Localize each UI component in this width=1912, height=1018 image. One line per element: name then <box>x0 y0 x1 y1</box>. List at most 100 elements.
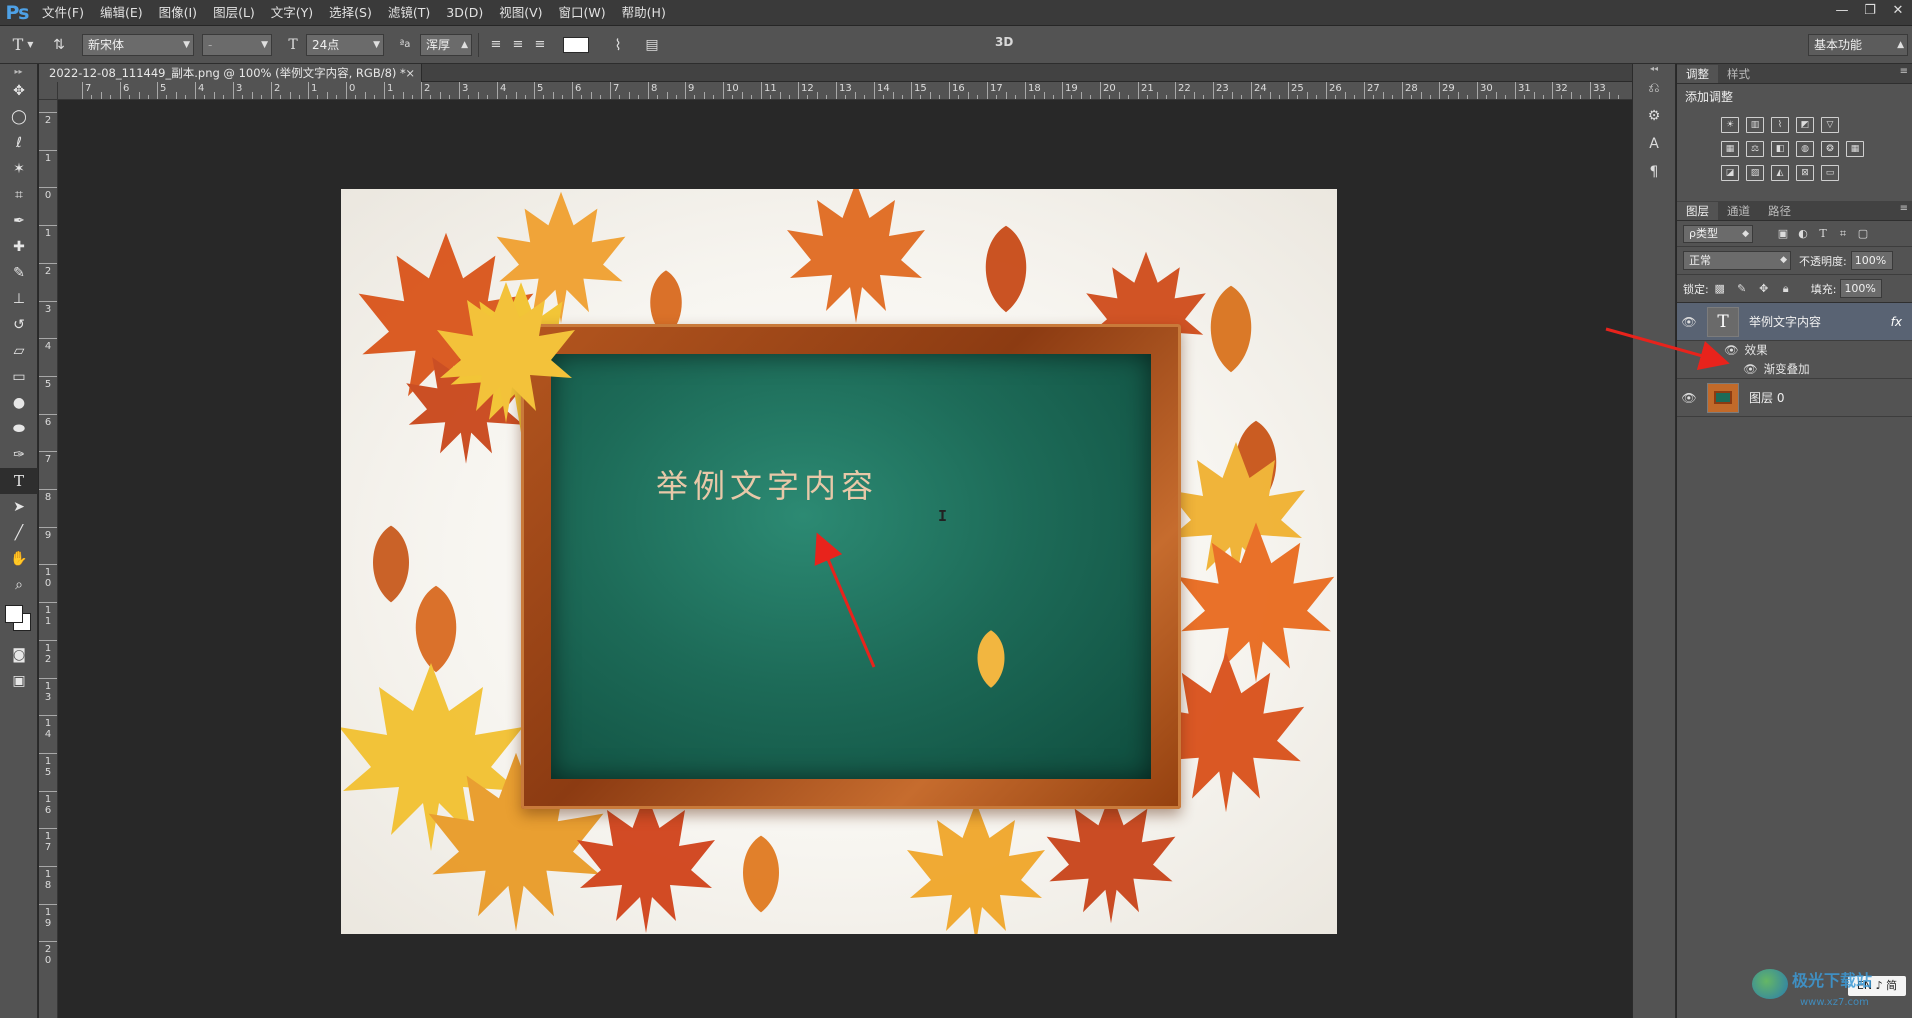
warp-text-icon[interactable]: ⌇ <box>603 30 633 60</box>
opacity-input[interactable]: 100% <box>1850 251 1893 270</box>
type-tool-preset-icon[interactable]: T ▼ <box>0 30 46 60</box>
menu-edit[interactable]: 编辑(E) <box>92 0 151 26</box>
black-white-icon[interactable]: ◧ <box>1771 141 1789 157</box>
layers-panel-menu-icon[interactable]: ≡ <box>1900 203 1908 214</box>
invert-icon[interactable]: ◪ <box>1721 165 1739 181</box>
minimize-button[interactable]: — <box>1828 0 1856 20</box>
move-tool-icon[interactable]: ✥ <box>0 78 38 104</box>
layer-filter-select[interactable]: ρ类型 ◆ <box>1683 224 1753 243</box>
board-text-layer[interactable]: 举例文字内容 <box>656 461 878 507</box>
filter-pixel-icon[interactable]: ▣ <box>1773 227 1793 240</box>
brush-tool-icon[interactable]: ✎ <box>0 260 38 286</box>
collapse-toolbox-icon[interactable]: ▸▸ <box>0 64 37 78</box>
document-tab[interactable]: 2022-12-08_111449_副本.png @ 100% (举例文字内容,… <box>39 64 422 82</box>
fx-badge[interactable]: fx <box>1891 315 1902 329</box>
lasso-tool-icon[interactable]: ℓ <box>0 130 38 156</box>
channel-mixer-icon[interactable]: ❂ <box>1821 141 1839 157</box>
paragraph-panel-icon[interactable]: ¶ <box>1633 158 1675 186</box>
clone-stamp-tool-icon[interactable]: ⊥ <box>0 286 38 312</box>
blend-mode-select[interactable]: 正常 ◆ <box>1683 251 1791 270</box>
close-window-button[interactable]: ✕ <box>1884 0 1912 20</box>
menu-image[interactable]: 图像(I) <box>151 0 205 26</box>
screen-mode-icon[interactable]: ▣ <box>0 668 38 694</box>
canvas-area[interactable]: 举例文字内容 I <box>58 100 1632 1018</box>
tab-channels[interactable]: 通道 <box>1718 202 1759 220</box>
vertical-ruler[interactable]: 2101234567891011121314151617181920 <box>39 100 58 1018</box>
dodge-tool-icon[interactable]: ⬬ <box>0 416 38 442</box>
marquee-tool-icon[interactable]: ◯ <box>0 104 38 130</box>
tab-paths[interactable]: 路径 <box>1759 202 1800 220</box>
zoom-tool-icon[interactable]: ⌕ <box>0 572 38 598</box>
effects-visibility-eye-icon[interactable]: 👁︎ <box>1724 343 1739 357</box>
levels-icon[interactable]: ▥ <box>1746 117 1764 133</box>
color-lookup-icon[interactable]: ▦ <box>1846 141 1864 157</box>
hand-tool-icon[interactable]: ✋ <box>0 546 38 572</box>
history-panel-icon[interactable]: ⎌ <box>1633 74 1675 102</box>
3d-button[interactable]: 3D <box>995 35 1013 49</box>
tab-styles[interactable]: 样式 <box>1718 65 1759 83</box>
line-tool-icon[interactable]: ╱ <box>0 520 38 546</box>
menu-window[interactable]: 窗口(W) <box>551 0 614 26</box>
gradient-tool-icon[interactable]: ▭ <box>0 364 38 390</box>
filter-shape-icon[interactable]: ⌗ <box>1833 227 1853 241</box>
toggle-orientation-icon[interactable]: ⇅ <box>46 30 72 60</box>
fill-input[interactable]: 100% <box>1840 279 1883 298</box>
gradient-map-icon[interactable]: ▭ <box>1821 165 1839 181</box>
quick-mask-icon[interactable]: ◙ <box>0 642 38 668</box>
lock-all-icon[interactable]: 🔒︎ <box>1775 282 1797 296</box>
lock-transparent-icon[interactable]: ▩ <box>1709 282 1731 295</box>
filter-type-icon[interactable]: T <box>1813 227 1833 240</box>
menu-layer[interactable]: 图层(L) <box>205 0 263 26</box>
filter-adjustment-icon[interactable]: ◐ <box>1793 227 1813 240</box>
character-panel-icon[interactable]: ▤ <box>637 30 667 60</box>
layer-row-image[interactable]: 👁︎ 图层 0 <box>1677 379 1912 417</box>
lock-position-icon[interactable]: ✥ <box>1753 282 1775 295</box>
magic-wand-tool-icon[interactable]: ✶ <box>0 156 38 182</box>
layer-name[interactable]: 举例文字内容 <box>1749 313 1821 330</box>
menu-type[interactable]: 文字(Y) <box>263 0 321 26</box>
align-center-icon[interactable]: ≡ <box>507 30 529 60</box>
brightness-icon[interactable]: ☀ <box>1721 117 1739 133</box>
type-tool-icon[interactable]: T <box>0 468 38 494</box>
vibrance-icon[interactable]: ▽ <box>1821 117 1839 133</box>
text-color-swatch[interactable] <box>563 36 589 53</box>
collapse-dock-icon[interactable]: ◂◂ <box>1633 64 1675 74</box>
foreground-color-swatch[interactable] <box>5 605 23 623</box>
healing-brush-tool-icon[interactable]: ✚ <box>0 234 38 260</box>
font-size-select[interactable]: 24点 ▼ <box>306 33 384 56</box>
close-tab-icon[interactable]: × <box>405 64 415 82</box>
ruler-origin[interactable] <box>39 82 58 100</box>
font-style-select[interactable]: - ▼ <box>202 33 272 56</box>
hue-saturation-icon[interactable]: ▦ <box>1721 141 1739 157</box>
eyedropper-tool-icon[interactable]: ✒ <box>0 208 38 234</box>
layer-row-text[interactable]: 👁︎ T 举例文字内容 fx <box>1677 303 1912 341</box>
menu-3d[interactable]: 3D(D) <box>438 0 491 26</box>
curves-icon[interactable]: ⌇ <box>1771 117 1789 133</box>
pen-tool-icon[interactable]: ✑ <box>0 442 38 468</box>
exposure-icon[interactable]: ◩ <box>1796 117 1814 133</box>
workspace-select[interactable]: 基本功能 ▲ <box>1808 34 1908 56</box>
eraser-tool-icon[interactable]: ▱ <box>0 338 38 364</box>
photo-filter-icon[interactable]: ◍ <box>1796 141 1814 157</box>
color-swatches[interactable] <box>0 598 37 642</box>
menu-help[interactable]: 帮助(H) <box>614 0 674 26</box>
threshold-icon[interactable]: ◭ <box>1771 165 1789 181</box>
properties-panel-icon[interactable]: ⚙ <box>1633 102 1675 130</box>
visibility-eye-icon[interactable]: 👁︎ <box>1677 391 1701 405</box>
align-right-icon[interactable]: ≡ <box>529 30 551 60</box>
horizontal-ruler[interactable]: 7 6 5 4 3 2 1 0 1 2 3 4 5 6 7 8 9 10 11 12 13 14 15 16 17 18 19 20 2… <box>58 82 1632 100</box>
posterize-icon[interactable]: ▨ <box>1746 165 1764 181</box>
blur-tool-icon[interactable]: ● <box>0 390 38 416</box>
crop-tool-icon[interactable]: ⌗ <box>0 182 38 208</box>
align-left-icon[interactable]: ≡ <box>485 30 507 60</box>
color-balance-icon[interactable]: ⚖ <box>1746 141 1764 157</box>
gradient-overlay-row[interactable]: 👁︎ 渐变叠加 <box>1677 359 1912 379</box>
font-family-select[interactable]: 新宋体 ▼ <box>82 33 194 56</box>
layer-name[interactable]: 图层 0 <box>1749 389 1784 406</box>
restore-button[interactable]: ❐ <box>1856 0 1884 20</box>
tab-layers[interactable]: 图层 <box>1677 202 1718 220</box>
document-image[interactable]: 举例文字内容 I <box>341 189 1337 934</box>
tab-adjustments[interactable]: 调整 <box>1677 65 1718 83</box>
character-panel-dock-icon[interactable]: A <box>1633 130 1675 158</box>
visibility-eye-icon[interactable]: 👁︎ <box>1677 315 1701 329</box>
